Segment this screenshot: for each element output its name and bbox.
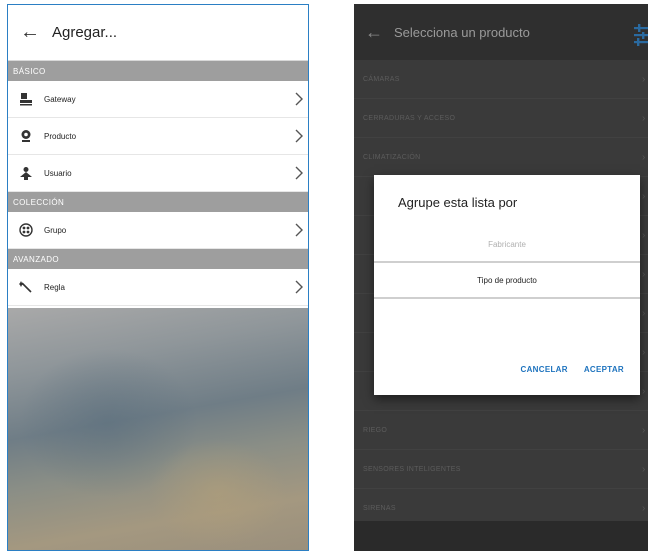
list-item-climatizacion[interactable]: CLIMATIZACIÓN ›: [354, 138, 648, 177]
gateway-icon: [8, 92, 44, 106]
dialog-title: Agrupe esta lista por: [398, 195, 518, 210]
chevron-right-icon: ›: [642, 190, 646, 202]
chevron-right-icon: [290, 223, 308, 237]
list-item-cerraduras[interactable]: CERRADURAS Y ACCESO ›: [354, 99, 648, 138]
cancel-button[interactable]: CANCELAR: [521, 365, 568, 374]
option-tipo-de-producto[interactable]: Tipo de producto: [374, 261, 640, 299]
chevron-right-icon: [290, 166, 308, 180]
chevron-right-icon: ›: [642, 463, 646, 475]
group-by-dialog: Agrupe esta lista por Fabricante Tipo de…: [374, 175, 640, 395]
list-item-camaras[interactable]: CÁMARAS ›: [354, 60, 648, 99]
group-icon: [8, 223, 44, 237]
list-item-producto[interactable]: Producto: [8, 118, 308, 155]
section-header-avanzado: AVANZADO: [8, 249, 308, 269]
chevron-right-icon: ›: [642, 424, 646, 436]
chevron-right-icon: ›: [642, 502, 646, 514]
list-item-label: Regla: [44, 282, 65, 292]
left-title: Agregar...: [52, 24, 118, 41]
left-screen: ← Agregar... BÁSICO Gateway Producto Usu…: [7, 4, 309, 551]
chevron-right-icon: [290, 280, 308, 294]
chevron-right-icon: ›: [642, 112, 646, 124]
list-item-regla[interactable]: Regla: [8, 269, 308, 306]
list-item-label: Gateway: [44, 94, 76, 104]
chevron-right-icon: [290, 92, 308, 106]
list-item-label: Grupo: [44, 225, 67, 235]
chevron-right-icon: ›: [642, 229, 646, 241]
chevron-right-icon: ›: [642, 151, 646, 163]
chevron-right-icon: [290, 129, 308, 143]
chevron-right-icon: ›: [642, 346, 646, 358]
list-item-label: Producto: [44, 131, 77, 141]
list-item-usuario[interactable]: Usuario: [8, 155, 308, 192]
user-icon: [8, 166, 44, 180]
option-fabricante[interactable]: Fabricante: [374, 227, 640, 261]
blurred-background: [8, 308, 308, 550]
section-header-coleccion: COLECCIÓN: [8, 192, 308, 212]
wand-icon: [8, 280, 44, 294]
list-item-grupo[interactable]: Grupo: [8, 212, 308, 249]
list-item-gateway[interactable]: Gateway: [8, 81, 308, 118]
accept-button[interactable]: ACEPTAR: [584, 365, 624, 374]
back-arrow-icon[interactable]: ←: [354, 22, 394, 43]
filter-icon[interactable]: [630, 24, 648, 46]
chevron-right-icon: ›: [642, 307, 646, 319]
right-app-bar: ← Selecciona un producto: [354, 4, 648, 60]
chevron-right-icon: ›: [642, 385, 646, 397]
back-arrow-icon[interactable]: ←: [8, 21, 52, 44]
bottom-strip: [354, 521, 648, 551]
list-item-riego[interactable]: RIEGO ›: [354, 411, 648, 450]
dialog-actions: CANCELAR ACEPTAR: [521, 365, 624, 374]
list-item-label: Usuario: [44, 168, 72, 178]
left-app-bar: ← Agregar...: [8, 5, 308, 61]
chevron-right-icon: ›: [642, 73, 646, 85]
chevron-right-icon: ›: [642, 268, 646, 280]
right-title: Selecciona un producto: [394, 24, 530, 40]
list-item-sensores[interactable]: SENSORES INTELIGENTES ›: [354, 450, 648, 489]
section-header-basico: BÁSICO: [8, 61, 308, 81]
webcam-icon: [8, 129, 44, 143]
